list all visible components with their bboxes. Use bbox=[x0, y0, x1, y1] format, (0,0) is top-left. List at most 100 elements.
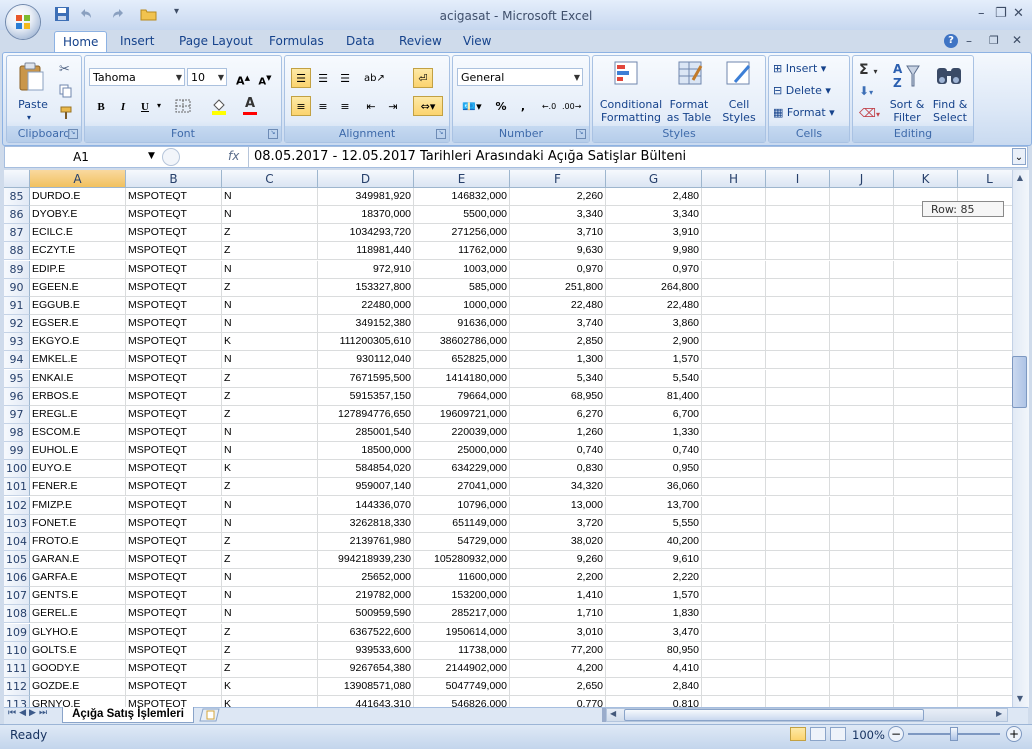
minimize-button[interactable]: – bbox=[978, 6, 985, 21]
cell-l108[interactable] bbox=[958, 605, 1012, 624]
cell-g102[interactable]: 13,700 bbox=[606, 496, 702, 515]
cell-c110[interactable]: Z bbox=[222, 641, 318, 660]
expand-formula-bar-icon[interactable]: ⌄ bbox=[1012, 148, 1026, 165]
insert-cells-button[interactable]: ⊞ Insert ▾ bbox=[773, 62, 826, 75]
cell-d89[interactable]: 972,910 bbox=[318, 260, 414, 279]
cell-h105[interactable] bbox=[702, 551, 766, 569]
format-as-table-button[interactable]: Format as Table bbox=[665, 98, 713, 124]
cell-i104[interactable] bbox=[766, 532, 830, 551]
cell-k108[interactable] bbox=[894, 605, 958, 624]
cell-k88[interactable] bbox=[894, 242, 958, 261]
row-header[interactable]: 95 bbox=[4, 369, 30, 388]
cell-j88[interactable] bbox=[830, 242, 894, 261]
cell-a94[interactable]: EMKEL.E bbox=[30, 351, 126, 370]
cell-b104[interactable]: MSPOTEQT bbox=[126, 532, 222, 551]
cell-d100[interactable]: 584854,020 bbox=[318, 460, 414, 479]
cell-k105[interactable] bbox=[894, 551, 958, 569]
row-header[interactable]: 110 bbox=[4, 641, 30, 660]
cell-d96[interactable]: 5915357,150 bbox=[318, 387, 414, 406]
cell-c99[interactable]: N bbox=[222, 442, 318, 461]
cell-g94[interactable]: 1,570 bbox=[606, 351, 702, 370]
cell-f85[interactable]: 2,260 bbox=[510, 188, 606, 206]
cell-g92[interactable]: 3,860 bbox=[606, 315, 702, 334]
cell-g101[interactable]: 36,060 bbox=[606, 478, 702, 497]
cell-f88[interactable]: 9,630 bbox=[510, 242, 606, 261]
cell-a90[interactable]: EGEEN.E bbox=[30, 278, 126, 297]
cell-a93[interactable]: EKGYO.E bbox=[30, 333, 126, 352]
cell-a103[interactable]: FONET.E bbox=[30, 514, 126, 533]
cell-f98[interactable]: 1,260 bbox=[510, 423, 606, 442]
cell-d104[interactable]: 2139761,980 bbox=[318, 532, 414, 551]
cell-c94[interactable]: N bbox=[222, 351, 318, 370]
cell-e90[interactable]: 585,000 bbox=[414, 278, 510, 297]
cell-g109[interactable]: 3,470 bbox=[606, 623, 702, 642]
cell-j99[interactable] bbox=[830, 442, 894, 461]
cell-g96[interactable]: 81,400 bbox=[606, 387, 702, 406]
underline-button[interactable]: U bbox=[135, 96, 155, 116]
tab-review[interactable]: Review bbox=[391, 31, 450, 52]
row-header[interactable]: 96 bbox=[4, 387, 30, 406]
cell-e108[interactable]: 285217,000 bbox=[414, 605, 510, 624]
column-header-f[interactable]: F bbox=[510, 170, 606, 188]
font-launcher-icon[interactable]: ↘ bbox=[268, 129, 278, 139]
cell-a101[interactable]: FENER.E bbox=[30, 478, 126, 497]
shrink-font-icon[interactable]: A▼ bbox=[255, 67, 275, 87]
cell-i97[interactable] bbox=[766, 405, 830, 424]
cell-e113[interactable]: 546826,000 bbox=[414, 696, 510, 707]
cell-f94[interactable]: 1,300 bbox=[510, 351, 606, 370]
worksheet-grid[interactable]: A B C D E F G H I J K L 85 DURDO.E MSPOTEQT N 349981,920… bbox=[4, 170, 1012, 707]
cell-a88[interactable]: ECZYT.E bbox=[30, 242, 126, 261]
column-header-a[interactable]: A bbox=[30, 170, 126, 188]
cell-e110[interactable]: 11738,000 bbox=[414, 641, 510, 660]
cell-h113[interactable] bbox=[702, 696, 766, 707]
cell-c101[interactable]: Z bbox=[222, 478, 318, 497]
cell-d94[interactable]: 930112,040 bbox=[318, 351, 414, 370]
cell-g113[interactable]: 0,810 bbox=[606, 696, 702, 707]
cell-a98[interactable]: ESCOM.E bbox=[30, 423, 126, 442]
paste-button[interactable]: Paste bbox=[11, 98, 55, 111]
cell-h97[interactable] bbox=[702, 405, 766, 424]
cell-a105[interactable]: GARAN.E bbox=[30, 551, 126, 569]
row-header[interactable]: 89 bbox=[4, 260, 30, 279]
cell-h90[interactable] bbox=[702, 278, 766, 297]
cell-b101[interactable]: MSPOTEQT bbox=[126, 478, 222, 497]
cell-b112[interactable]: MSPOTEQT bbox=[126, 678, 222, 697]
row-header[interactable]: 111 bbox=[4, 659, 30, 678]
row-header[interactable]: 104 bbox=[4, 532, 30, 551]
cell-j111[interactable] bbox=[830, 659, 894, 678]
cell-c88[interactable]: Z bbox=[222, 242, 318, 261]
help-icon[interactable]: ? bbox=[944, 34, 958, 48]
cell-i89[interactable] bbox=[766, 260, 830, 279]
cell-c102[interactable]: N bbox=[222, 496, 318, 515]
cell-k99[interactable] bbox=[894, 442, 958, 461]
cell-f108[interactable]: 1,710 bbox=[510, 605, 606, 624]
column-header-l[interactable]: L bbox=[958, 170, 1012, 188]
cell-h109[interactable] bbox=[702, 623, 766, 642]
zoom-slider-thumb[interactable] bbox=[950, 727, 958, 741]
cell-e89[interactable]: 1003,000 bbox=[414, 260, 510, 279]
cell-b102[interactable]: MSPOTEQT bbox=[126, 496, 222, 515]
row-header[interactable]: 103 bbox=[4, 514, 30, 533]
cell-h87[interactable] bbox=[702, 224, 766, 243]
page-break-view-icon[interactable] bbox=[830, 727, 846, 741]
cell-h89[interactable] bbox=[702, 260, 766, 279]
cell-d103[interactable]: 3262818,330 bbox=[318, 514, 414, 533]
align-top-icon[interactable]: ☰ bbox=[291, 68, 311, 88]
cell-l87[interactable] bbox=[958, 224, 1012, 243]
cell-g111[interactable]: 4,410 bbox=[606, 659, 702, 678]
page-layout-view-icon[interactable] bbox=[810, 727, 826, 741]
cell-e92[interactable]: 91636,000 bbox=[414, 315, 510, 334]
column-header-d[interactable]: D bbox=[318, 170, 414, 188]
cell-c86[interactable]: N bbox=[222, 206, 318, 225]
wrap-text-icon[interactable]: ⏎ bbox=[413, 68, 433, 88]
column-header-b[interactable]: B bbox=[126, 170, 222, 188]
cell-c98[interactable]: N bbox=[222, 423, 318, 442]
horizontal-scroll-thumb[interactable] bbox=[624, 709, 924, 721]
cell-l89[interactable] bbox=[958, 261, 1012, 279]
cell-i113[interactable] bbox=[766, 696, 830, 707]
cell-a97[interactable]: EREGL.E bbox=[30, 405, 126, 424]
cell-i87[interactable] bbox=[766, 224, 830, 243]
cell-l113[interactable] bbox=[958, 696, 1012, 707]
cell-c85[interactable]: N bbox=[222, 188, 318, 206]
cell-i86[interactable] bbox=[766, 206, 830, 225]
